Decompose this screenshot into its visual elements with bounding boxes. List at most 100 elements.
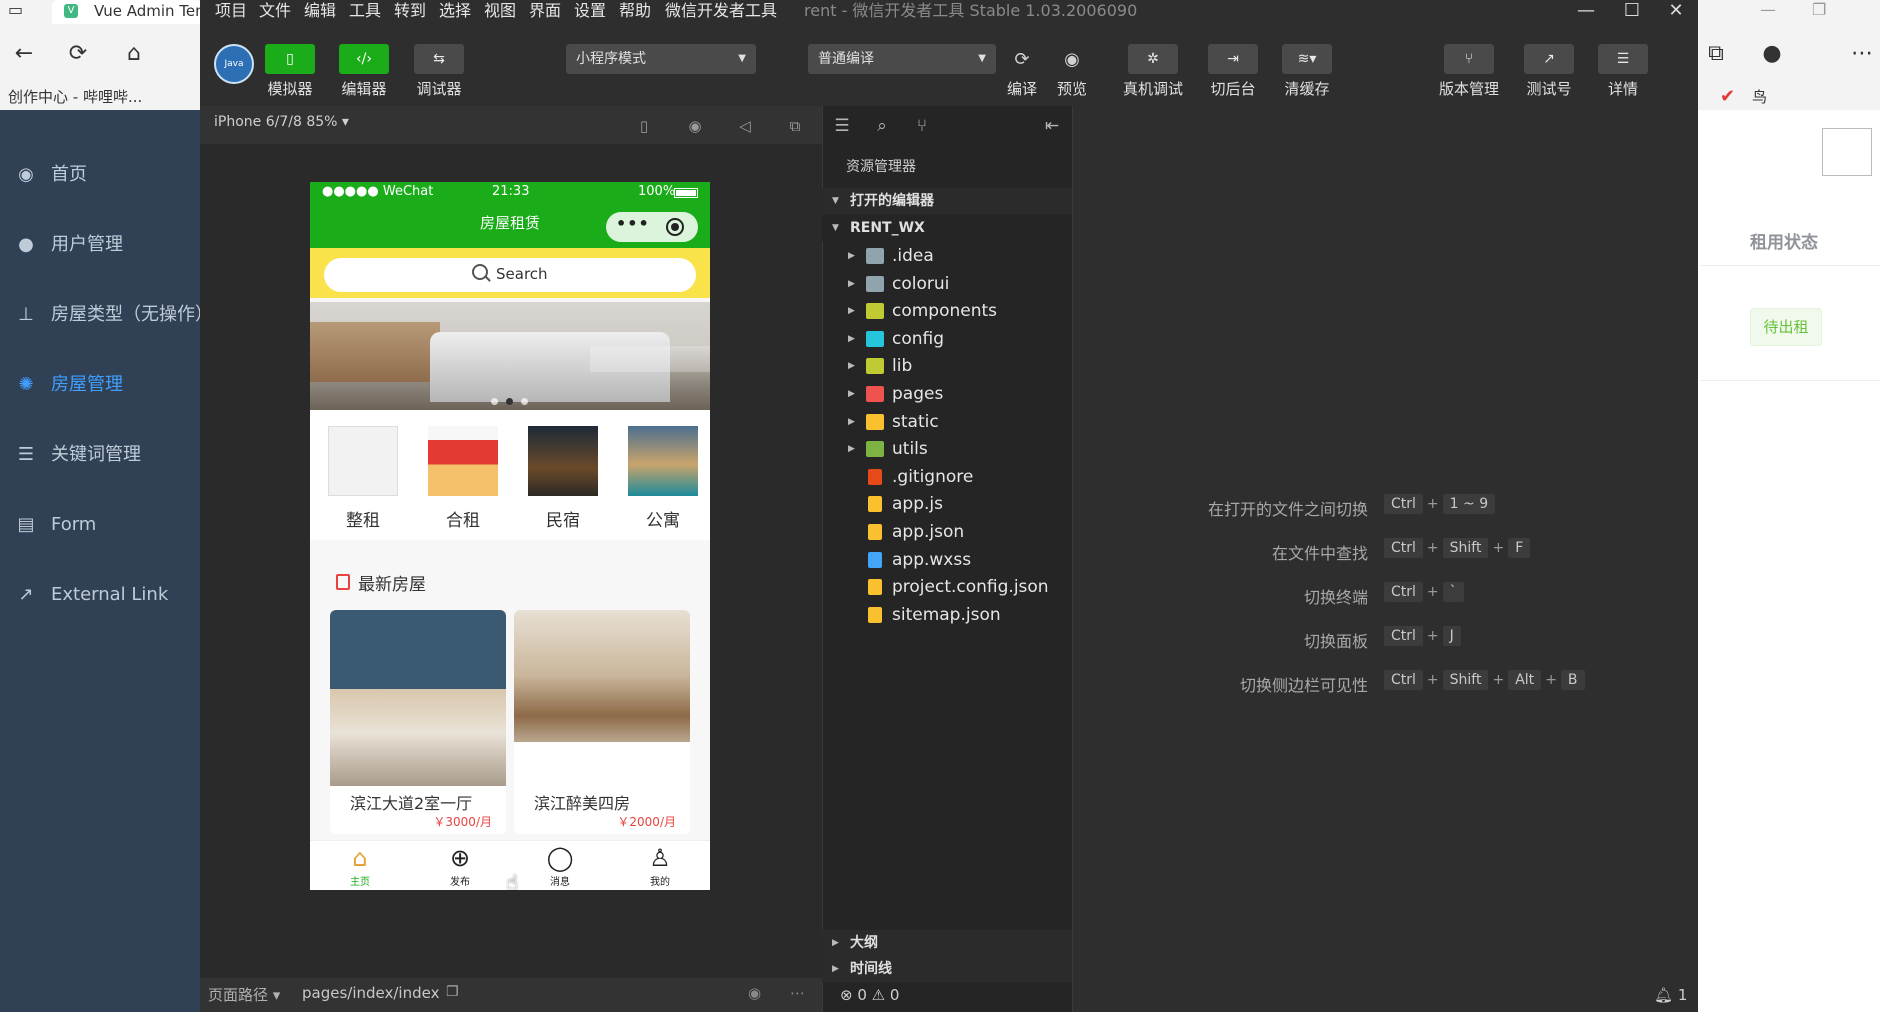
minimize-icon[interactable]: — bbox=[1566, 0, 1606, 24]
sidebar-item-home[interactable]: ◉ 首页 bbox=[0, 155, 200, 195]
more-icon[interactable]: ••• bbox=[616, 214, 650, 233]
sidebar-item-form[interactable]: ▤ Form bbox=[0, 505, 200, 545]
carousel-dot-active[interactable] bbox=[506, 398, 513, 405]
menu-item-goto[interactable]: 转到 bbox=[394, 0, 426, 24]
search-icon[interactable]: ⌕ bbox=[870, 114, 894, 138]
home-icon[interactable]: ⌂ bbox=[118, 38, 150, 70]
branch-icon[interactable]: ⑂ bbox=[910, 114, 934, 138]
folder-item[interactable]: ▶ utils bbox=[822, 435, 1072, 463]
notification-bell[interactable]: 🔔︎ 1 bbox=[1654, 986, 1687, 1004]
menu-item-project[interactable]: 项目 bbox=[215, 0, 247, 24]
page-path-select[interactable]: 页面路径 ▾ bbox=[208, 984, 280, 1005]
menu-item-view[interactable]: 视图 bbox=[484, 0, 516, 24]
file-item[interactable]: app.json bbox=[822, 518, 1072, 546]
bookmark-item[interactable]: 创作中心 - 哔哩哔... bbox=[8, 86, 142, 107]
problems-status[interactable]: ⊗ 0 ⚠ 0 bbox=[822, 980, 1072, 1010]
folder-item[interactable]: ▶ config bbox=[822, 325, 1072, 353]
category-whole-rent[interactable]: 整租 bbox=[328, 426, 398, 531]
mode-select[interactable]: 小程序模式 ▼ bbox=[566, 44, 756, 74]
house-card[interactable]: 滨江大道2室一厅 ￥3000/月 bbox=[330, 610, 506, 834]
menu-item-file[interactable]: 文件 bbox=[259, 0, 291, 24]
compile-icon[interactable]: ⟳ bbox=[1002, 46, 1042, 74]
list-icon[interactable]: ☰ bbox=[830, 114, 854, 138]
folder-item[interactable]: ▶ .idea bbox=[822, 242, 1072, 270]
simulator-button[interactable]: ▯ bbox=[265, 44, 315, 74]
house-card[interactable]: 滨江醉美四房 ￥2000/月 bbox=[514, 610, 690, 834]
avatar[interactable]: Java bbox=[214, 44, 254, 84]
collapse-panel-icon[interactable]: ⇤ bbox=[1040, 114, 1064, 138]
detach-icon[interactable]: ⧉ bbox=[783, 114, 807, 138]
carousel-dot[interactable] bbox=[521, 398, 528, 405]
file-item[interactable]: app.wxss bbox=[822, 546, 1072, 574]
section-timeline[interactable]: ▶ 时间线 bbox=[822, 956, 1072, 982]
maximize-icon[interactable]: ☐ bbox=[1612, 0, 1652, 24]
broken-image-icon bbox=[1822, 128, 1872, 176]
menu-item-help[interactable]: 帮助 bbox=[619, 0, 651, 24]
menu-item-tools[interactable]: 工具 bbox=[349, 0, 381, 24]
version-button[interactable]: ⑂ bbox=[1444, 44, 1494, 74]
file-item[interactable]: sitemap.json bbox=[822, 601, 1072, 629]
menu-item-settings[interactable]: 设置 bbox=[574, 0, 606, 24]
shortcut-keys: Ctrl +1 ~ 9 bbox=[1384, 494, 1499, 514]
browser-restore[interactable]: ❐ bbox=[1812, 0, 1826, 19]
category-apartment[interactable]: 公寓 bbox=[628, 426, 698, 531]
tab-mine[interactable]: ♙ 我的 bbox=[630, 843, 690, 888]
test-account-button[interactable]: ↗ bbox=[1524, 44, 1574, 74]
eye-icon[interactable]: ◉ bbox=[748, 984, 761, 1002]
sound-icon[interactable]: ◁ bbox=[733, 114, 757, 138]
carousel-dot[interactable] bbox=[491, 398, 498, 405]
sidebar-item-users[interactable]: ● 用户管理 bbox=[0, 225, 200, 265]
tab-home[interactable]: ⌂ 主页 bbox=[330, 843, 390, 888]
browser-minimize[interactable]: — bbox=[1760, 0, 1776, 19]
collections-icon[interactable]: ⧉ bbox=[1700, 38, 1732, 70]
banner-carousel[interactable] bbox=[310, 302, 710, 410]
more-icon[interactable]: ⋯ bbox=[1846, 38, 1878, 70]
capsule-menu[interactable]: ••• bbox=[606, 212, 698, 242]
copy-icon[interactable]: ❐ bbox=[446, 984, 459, 1000]
category-label: 公寓 bbox=[646, 511, 680, 531]
sidebar-item-house-types[interactable]: ⊥ 房屋类型（无操作） bbox=[0, 295, 213, 335]
search-input[interactable]: Search bbox=[324, 258, 696, 292]
device-select[interactable]: iPhone 6/7/8 85% ▾ bbox=[214, 114, 349, 130]
background-button[interactable]: ⇥ bbox=[1208, 44, 1258, 74]
compile-select[interactable]: 普通编译 ▼ bbox=[808, 44, 996, 74]
browser-window-icon[interactable]: ▭ bbox=[8, 0, 32, 22]
more-icon[interactable]: ⋯ bbox=[790, 984, 805, 1002]
menu-item-interface[interactable]: 界面 bbox=[529, 0, 561, 24]
profile-avatar-icon[interactable]: ● bbox=[1756, 38, 1788, 70]
sidebar-item-external-link[interactable]: ↗ External Link bbox=[0, 575, 200, 615]
folder-item[interactable]: ▶ static bbox=[822, 408, 1072, 436]
record-icon[interactable]: ◉ bbox=[683, 114, 707, 138]
extension-icon[interactable]: ✔ bbox=[1720, 86, 1735, 107]
category-homestay[interactable]: 民宿 bbox=[528, 426, 598, 531]
folder-item[interactable]: ▶ colorui bbox=[822, 270, 1072, 298]
debugger-button[interactable]: ⇆ bbox=[414, 44, 464, 74]
preview-icon[interactable]: ◉ bbox=[1052, 46, 1092, 74]
folder-item[interactable]: ▶ lib bbox=[822, 352, 1072, 380]
sidebar-item-keywords[interactable]: ☰ 关键词管理 bbox=[0, 435, 200, 475]
close-miniprogram-icon[interactable] bbox=[666, 218, 684, 236]
details-button[interactable]: ☰ bbox=[1598, 44, 1648, 74]
close-icon[interactable]: ✕ bbox=[1656, 0, 1696, 24]
sidebar-item-house-management[interactable]: ✺ 房屋管理 bbox=[0, 365, 200, 405]
reload-icon[interactable]: ⟳ bbox=[62, 38, 94, 70]
editor-button[interactable]: ‹/› bbox=[339, 44, 389, 74]
file-item[interactable]: app.js bbox=[822, 490, 1072, 518]
back-icon[interactable]: ← bbox=[8, 38, 40, 70]
file-item[interactable]: .gitignore bbox=[822, 463, 1072, 491]
folder-item[interactable]: ▶ pages bbox=[822, 380, 1072, 408]
category-shared-rent[interactable]: 合租 bbox=[428, 426, 498, 531]
phone-icon[interactable]: ▯ bbox=[632, 114, 656, 138]
menu-item-select[interactable]: 选择 bbox=[439, 0, 471, 24]
section-open-editors[interactable]: ▼ 打开的编辑器 bbox=[822, 188, 1072, 214]
remote-debug-button[interactable]: ✲ bbox=[1128, 44, 1178, 74]
section-outline[interactable]: ▶ 大纲 bbox=[822, 930, 1072, 956]
section-project[interactable]: ▼ RENT_WX bbox=[822, 215, 1072, 241]
folder-item[interactable]: ▶ components bbox=[822, 297, 1072, 325]
tab-messages[interactable]: ◯ 消息 bbox=[530, 843, 590, 888]
tab-publish[interactable]: ⊕ 发布 bbox=[430, 843, 490, 888]
file-item[interactable]: project.config.json bbox=[822, 573, 1072, 601]
menu-item-wechat-devtools[interactable]: 微信开发者工具 bbox=[665, 0, 777, 24]
menu-item-edit[interactable]: 编辑 bbox=[304, 0, 336, 24]
clear-cache-button[interactable]: ≋▾ bbox=[1282, 44, 1332, 74]
